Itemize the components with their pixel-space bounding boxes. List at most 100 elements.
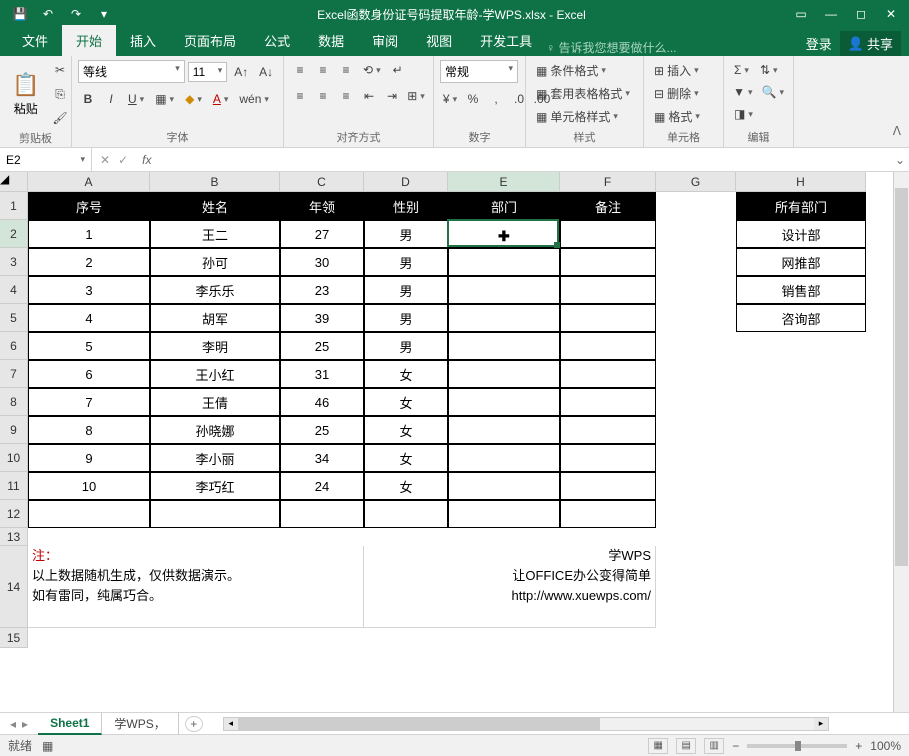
cell[interactable] [560,444,656,472]
cell[interactable]: 46 [280,388,364,416]
cell[interactable]: 女 [364,360,448,388]
cell[interactable]: 男 [364,304,448,332]
spreadsheet-grid[interactable]: ◢ ABCDEFGH 123456789101112131415 序号姓名年领性… [0,172,909,712]
align-left-icon[interactable]: ≡ [290,86,310,106]
normal-view-icon[interactable]: ▦ [648,738,668,754]
cell[interactable]: 男 [364,248,448,276]
tab-formulas[interactable]: 公式 [250,25,304,56]
cell[interactable] [448,500,560,528]
number-format-select[interactable]: 常规▾ [440,60,518,83]
currency-icon[interactable]: ¥▾ [440,89,460,109]
macro-icon[interactable]: ▦ [42,739,53,753]
cell[interactable]: 31 [280,360,364,388]
cell[interactable]: 备注 [560,192,656,220]
row-headers[interactable]: 123456789101112131415 [0,192,28,648]
cell[interactable]: 男 [364,220,448,248]
cell[interactable] [560,220,656,248]
cell[interactable] [448,388,560,416]
tab-layout[interactable]: 页面布局 [170,25,250,56]
align-right-icon[interactable]: ≡ [336,86,356,106]
add-sheet-icon[interactable]: + [185,716,203,732]
font-size-select[interactable]: 11▾ [188,62,228,82]
cell[interactable]: 7 [28,388,150,416]
percent-icon[interactable]: % [463,89,483,109]
align-middle-icon[interactable]: ≡ [313,60,333,80]
sort-filter-icon[interactable]: ⇅▾ [756,60,782,80]
minimize-icon[interactable]: — [817,3,845,25]
wrap-text-icon[interactable]: ↵ [388,60,408,80]
table-format-button[interactable]: ▦套用表格格式▾ [532,83,637,104]
cell[interactable]: 3 [28,276,150,304]
sheet-tab-1[interactable]: Sheet1 [38,713,102,735]
copy-icon[interactable]: ⎘ [48,84,71,104]
zoom-in-icon[interactable]: + [855,739,862,753]
tell-me[interactable]: ♀ 告诉我您想要做什么... [546,39,676,56]
cell[interactable]: 女 [364,416,448,444]
align-bottom-icon[interactable]: ≡ [336,60,356,80]
cell[interactable] [448,248,560,276]
save-icon[interactable]: 💾 [8,3,32,25]
cell[interactable]: 李明 [150,332,280,360]
cell[interactable] [448,472,560,500]
page-layout-view-icon[interactable]: ▤ [676,738,696,754]
phonetic-icon[interactable]: wén▾ [235,89,273,109]
cell[interactable]: 李乐乐 [150,276,280,304]
cell[interactable]: 4 [28,304,150,332]
cell[interactable]: 23 [280,276,364,304]
cell[interactable]: 8 [28,416,150,444]
credits-cell[interactable]: 学WPS让OFFICE办公变得简单http://www.xuewps.com/ [364,546,656,628]
cell[interactable] [560,472,656,500]
zoom-level[interactable]: 100% [870,739,901,753]
cell[interactable]: 9 [28,444,150,472]
border-icon[interactable]: ▦▾ [151,89,178,109]
cut-icon[interactable]: ✂ [48,60,71,80]
autosum-icon[interactable]: Σ▾ [730,60,753,80]
cancel-formula-icon[interactable]: ✕ [100,153,110,167]
conditional-format-button[interactable]: ▦条件格式▾ [532,60,637,81]
cell[interactable] [560,276,656,304]
cell[interactable] [560,500,656,528]
cell[interactable] [364,500,448,528]
fx-icon[interactable]: fx [136,153,157,167]
cell[interactable]: 姓名 [150,192,280,220]
cell[interactable]: 咨询部 [736,304,866,332]
cell[interactable]: 5 [28,332,150,360]
cell[interactable] [560,304,656,332]
collapse-ribbon-icon[interactable]: ᐱ [887,122,907,140]
cell[interactable] [560,360,656,388]
tab-view[interactable]: 视图 [412,25,466,56]
cell[interactable]: 所有部门 [736,192,866,220]
fill-icon[interactable]: ▼▾ [730,82,756,102]
format-cells-button[interactable]: ▦格式▾ [650,106,717,127]
cell[interactable]: 男 [364,276,448,304]
cell[interactable]: 30 [280,248,364,276]
increase-indent-icon[interactable]: ⇥ [382,86,402,106]
zoom-slider[interactable] [747,744,847,748]
share-button[interactable]: 👤共享 [840,31,901,56]
cell[interactable] [560,388,656,416]
undo-icon[interactable]: ↶ [36,3,60,25]
cell[interactable]: 1 [28,220,150,248]
tab-insert[interactable]: 插入 [116,25,170,56]
cell[interactable]: 39 [280,304,364,332]
column-headers[interactable]: ABCDEFGH [28,172,866,192]
underline-icon[interactable]: U ▾ [124,89,148,109]
cell[interactable]: 孙晓娜 [150,416,280,444]
cell[interactable] [150,500,280,528]
cell[interactable]: 王小红 [150,360,280,388]
fill-color-icon[interactable]: ◆▾ [181,89,206,109]
zoom-out-icon[interactable]: − [732,739,739,753]
align-center-icon[interactable]: ≡ [313,86,333,106]
cell[interactable]: 王倩 [150,388,280,416]
decrease-indent-icon[interactable]: ⇤ [359,86,379,106]
cell[interactable] [448,332,560,360]
close-icon[interactable]: ✕ [877,3,905,25]
font-name-select[interactable]: 等线▾ [78,60,185,83]
cell[interactable]: 6 [28,360,150,388]
cell[interactable] [448,304,560,332]
cell[interactable] [28,500,150,528]
cell[interactable]: 胡军 [150,304,280,332]
cell[interactable]: 25 [280,332,364,360]
vertical-scrollbar[interactable] [893,172,909,712]
cell[interactable]: 年领 [280,192,364,220]
